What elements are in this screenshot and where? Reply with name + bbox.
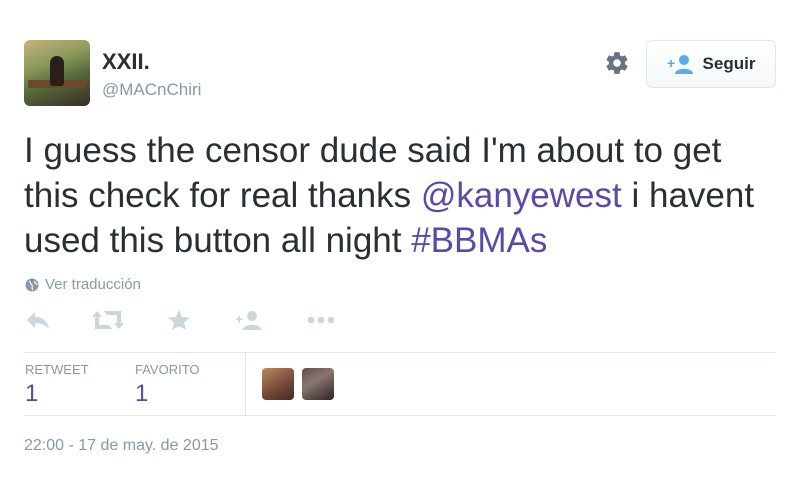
- hashtag-link[interactable]: #BBMAs: [411, 221, 547, 260]
- translate-label: Ver traducción: [45, 276, 141, 293]
- reply-icon[interactable]: [25, 309, 51, 331]
- svg-text:+: +: [667, 55, 675, 71]
- follow-icon[interactable]: +: [235, 309, 263, 331]
- favoriter-avatar[interactable]: [262, 368, 294, 400]
- favoriter-avatar[interactable]: [302, 368, 334, 400]
- globe-icon: [25, 278, 39, 291]
- user-avatar[interactable]: [24, 40, 90, 106]
- translate-link[interactable]: Ver traducción: [25, 276, 141, 293]
- gear-icon[interactable]: [604, 50, 630, 76]
- user-handle[interactable]: @MACnChiri: [102, 80, 201, 100]
- svg-text:+: +: [235, 311, 243, 327]
- follow-button[interactable]: + Seguir: [646, 40, 776, 88]
- retweet-stat-label[interactable]: RETWEET: [25, 362, 89, 377]
- stats-divider-bottom: [24, 415, 776, 416]
- tweet-text: I guess the censor dude said I'm about t…: [24, 128, 764, 263]
- retweet-icon[interactable]: [92, 309, 124, 331]
- follow-label: Seguir: [702, 54, 756, 73]
- favorite-stat-label[interactable]: FAVORITO: [135, 362, 200, 377]
- more-icon[interactable]: [306, 309, 336, 331]
- stats-separator: [245, 352, 246, 415]
- favorite-stat-value[interactable]: 1: [135, 380, 148, 408]
- mention-link[interactable]: @kanyewest: [421, 176, 622, 215]
- add-user-icon: +: [667, 55, 693, 74]
- stats-divider-top: [24, 352, 776, 353]
- avatar-figure: [50, 56, 64, 86]
- tweet-timestamp[interactable]: 22:00 - 17 de may. de 2015: [24, 437, 219, 455]
- retweet-stat-value[interactable]: 1: [25, 380, 38, 408]
- display-name[interactable]: XXII.: [102, 49, 150, 75]
- favorite-icon[interactable]: [167, 309, 191, 331]
